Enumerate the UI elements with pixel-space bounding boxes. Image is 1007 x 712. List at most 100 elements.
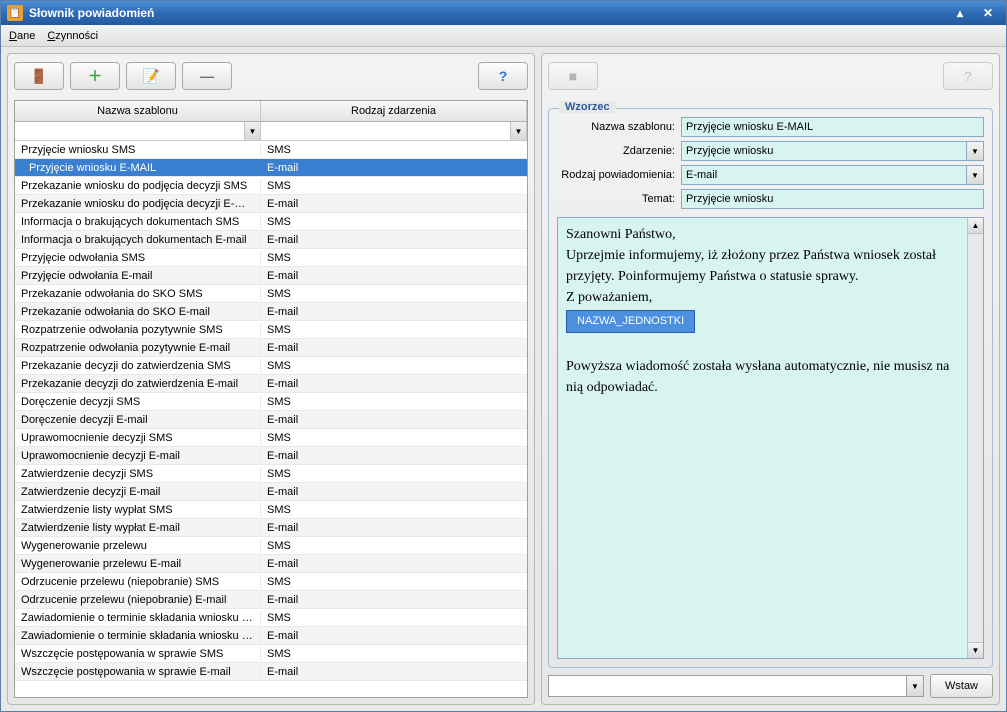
table-row[interactable]: Przekazanie decyzji do zatwierdzenia SMS… bbox=[15, 357, 527, 375]
cell-event-type: E-mail bbox=[261, 485, 527, 499]
table-row[interactable]: Rozpatrzenie odwołania pozytywnie SMSSMS bbox=[15, 321, 527, 339]
table-row[interactable]: Zatwierdzenie decyzji SMSSMS bbox=[15, 465, 527, 483]
cell-event-type: E-mail bbox=[261, 413, 527, 427]
cell-template-name: Zatwierdzenie decyzji E-mail bbox=[15, 485, 261, 499]
editor-greeting: Szanowni Państwo, bbox=[566, 224, 959, 245]
table-row[interactable]: Informacja o brakujących dokumentach SMS… bbox=[15, 213, 527, 231]
table-row[interactable]: Doręczenie decyzji E-mailE-mail bbox=[15, 411, 527, 429]
table-row[interactable]: Zawiadomienie o terminie składania wnios… bbox=[15, 609, 527, 627]
filter-type-input[interactable] bbox=[261, 122, 510, 140]
right-panel: ■ ? Wzorzec Nazwa szablonu: Zdarzenie: ▼ bbox=[541, 53, 1000, 705]
table-row[interactable]: Informacja o brakujących dokumentach E-m… bbox=[15, 231, 527, 249]
message-editor[interactable]: Szanowni Państwo, Uprzejmie informujemy,… bbox=[558, 218, 967, 658]
table-row[interactable]: Zatwierdzenie decyzji E-mailE-mail bbox=[15, 483, 527, 501]
table-body[interactable]: Przyjęcie wniosku SMSSMSPrzyjęcie wniosk… bbox=[15, 141, 527, 697]
label-type: Rodzaj powiadomienia: bbox=[557, 169, 681, 181]
table-row[interactable]: Odrzucenie przelewu (niepobranie) E-mail… bbox=[15, 591, 527, 609]
table-row[interactable]: Przekazanie wniosku do podjęcia decyzji … bbox=[15, 177, 527, 195]
table-row[interactable]: Odrzucenie przelewu (niepobranie) SMSSMS bbox=[15, 573, 527, 591]
edit-button[interactable]: 📝 bbox=[126, 62, 176, 90]
menu-czynnosci[interactable]: Czynności bbox=[47, 30, 98, 42]
cell-template-name: Odrzucenie przelewu (niepobranie) E-mail bbox=[15, 593, 261, 607]
input-event[interactable] bbox=[681, 141, 966, 161]
add-button[interactable]: ＋ bbox=[70, 62, 120, 90]
cell-template-name: Uprawomocnienie decyzji SMS bbox=[15, 431, 261, 445]
cell-template-name: Informacja o brakujących dokumentach SMS bbox=[15, 215, 261, 229]
titlebar: 📋 Słownik powiadomień ▴ ✕ bbox=[1, 1, 1006, 25]
scroll-up-icon[interactable]: ▲ bbox=[968, 218, 983, 234]
table-row[interactable]: Przekazanie decyzji do zatwierdzenia E-m… bbox=[15, 375, 527, 393]
type-dropdown[interactable]: ▼ bbox=[966, 165, 984, 185]
table-row[interactable]: Przekazanie wniosku do podjęcia decyzji … bbox=[15, 195, 527, 213]
cell-template-name: Przyjęcie odwołania E-mail bbox=[15, 269, 261, 283]
book-button: ■ bbox=[548, 62, 598, 90]
cell-template-name: Wszczęcie postępowania w sprawie E-mail bbox=[15, 665, 261, 679]
table-row[interactable]: Przyjęcie wniosku SMSSMS bbox=[15, 141, 527, 159]
cell-event-type: SMS bbox=[261, 251, 527, 265]
insert-field-combo[interactable] bbox=[548, 675, 906, 697]
input-subject[interactable] bbox=[681, 189, 984, 209]
cell-event-type: E-mail bbox=[261, 665, 527, 679]
cell-event-type: SMS bbox=[261, 179, 527, 193]
cell-template-name: Przekazanie decyzji do zatwierdzenia E-m… bbox=[15, 377, 261, 391]
cell-template-name: Zatwierdzenie decyzji SMS bbox=[15, 467, 261, 481]
cell-event-type: SMS bbox=[261, 431, 527, 445]
table-row[interactable]: Wszczęcie postępowania w sprawie E-mailE… bbox=[15, 663, 527, 681]
filter-name-input[interactable] bbox=[15, 122, 244, 140]
table-row[interactable]: Wygenerowanie przelewu E-mailE-mail bbox=[15, 555, 527, 573]
close-button[interactable]: ✕ bbox=[976, 4, 1000, 22]
minimize-button[interactable]: ▴ bbox=[948, 4, 972, 22]
table-row[interactable]: Przyjęcie odwołania E-mailE-mail bbox=[15, 267, 527, 285]
menu-dane[interactable]: Dane bbox=[9, 30, 35, 42]
cell-event-type: E-mail bbox=[261, 269, 527, 283]
scroll-down-icon[interactable]: ▼ bbox=[968, 642, 983, 658]
table-row[interactable]: Wszczęcie postępowania w sprawie SMSSMS bbox=[15, 645, 527, 663]
window-title: Słownik powiadomień bbox=[29, 6, 154, 20]
help-button-left[interactable]: ? bbox=[478, 62, 528, 90]
editor-scrollbar[interactable]: ▲ ▼ bbox=[967, 218, 983, 658]
filter-name-dropdown[interactable]: ▼ bbox=[244, 122, 260, 140]
wzorzec-fieldset: Wzorzec Nazwa szablonu: Zdarzenie: ▼ Rod… bbox=[548, 108, 993, 668]
field-token-unit[interactable]: NAZWA_JEDNOSTKI bbox=[566, 310, 695, 333]
table-row[interactable]: Przyjęcie odwołania SMSSMS bbox=[15, 249, 527, 267]
door-icon: 🚪 bbox=[30, 68, 47, 85]
cell-template-name: Wygenerowanie przelewu E-mail bbox=[15, 557, 261, 571]
filter-type: ▼ bbox=[261, 122, 527, 140]
cell-event-type: SMS bbox=[261, 143, 527, 157]
table-row[interactable]: Rozpatrzenie odwołania pozytywnie E-mail… bbox=[15, 339, 527, 357]
event-dropdown[interactable]: ▼ bbox=[966, 141, 984, 161]
col-header-type[interactable]: Rodzaj zdarzenia bbox=[261, 101, 527, 121]
table-row[interactable]: Zatwierdzenie listy wypłat SMSSMS bbox=[15, 501, 527, 519]
label-subject: Temat: bbox=[557, 193, 681, 205]
exit-button[interactable]: 🚪 bbox=[14, 62, 64, 90]
insert-button[interactable]: Wstaw bbox=[930, 674, 993, 698]
remove-button[interactable]: — bbox=[182, 62, 232, 90]
cell-event-type: SMS bbox=[261, 287, 527, 301]
filter-row: ▼ ▼ bbox=[15, 122, 527, 141]
table-row[interactable]: Zawiadomienie o terminie składania wnios… bbox=[15, 627, 527, 645]
input-notification-type[interactable] bbox=[681, 165, 966, 185]
cell-event-type: SMS bbox=[261, 467, 527, 481]
input-template-name[interactable] bbox=[681, 117, 984, 137]
label-event: Zdarzenie: bbox=[557, 145, 681, 157]
table-row[interactable]: Uprawomocnienie decyzji SMSSMS bbox=[15, 429, 527, 447]
left-toolbar: 🚪 ＋ 📝 — ? bbox=[14, 60, 528, 92]
cell-template-name: Doręczenie decyzji SMS bbox=[15, 395, 261, 409]
fieldset-legend: Wzorzec bbox=[559, 101, 616, 113]
table-row[interactable]: Uprawomocnienie decyzji E-mailE-mail bbox=[15, 447, 527, 465]
insert-field-dropdown[interactable]: ▼ bbox=[906, 675, 924, 697]
table-row[interactable]: Przekazanie odwołania do SKO E-mailE-mai… bbox=[15, 303, 527, 321]
filter-type-dropdown[interactable]: ▼ bbox=[510, 122, 526, 140]
cell-event-type: SMS bbox=[261, 503, 527, 517]
cell-template-name: Odrzucenie przelewu (niepobranie) SMS bbox=[15, 575, 261, 589]
table-row[interactable]: Doręczenie decyzji SMSSMS bbox=[15, 393, 527, 411]
cell-template-name: Zatwierdzenie listy wypłat E-mail bbox=[15, 521, 261, 535]
table-row[interactable]: Zatwierdzenie listy wypłat E-mailE-mail bbox=[15, 519, 527, 537]
table-row[interactable]: Wygenerowanie przelewuSMS bbox=[15, 537, 527, 555]
table-row[interactable]: Przyjęcie wniosku E-MAILE-mail bbox=[15, 159, 527, 177]
table-row[interactable]: Przekazanie odwołania do SKO SMSSMS bbox=[15, 285, 527, 303]
col-header-name[interactable]: Nazwa szablonu bbox=[15, 101, 261, 121]
cell-event-type: SMS bbox=[261, 611, 527, 625]
cell-template-name: Rozpatrzenie odwołania pozytywnie SMS bbox=[15, 323, 261, 337]
cell-template-name: Wygenerowanie przelewu bbox=[15, 539, 261, 553]
